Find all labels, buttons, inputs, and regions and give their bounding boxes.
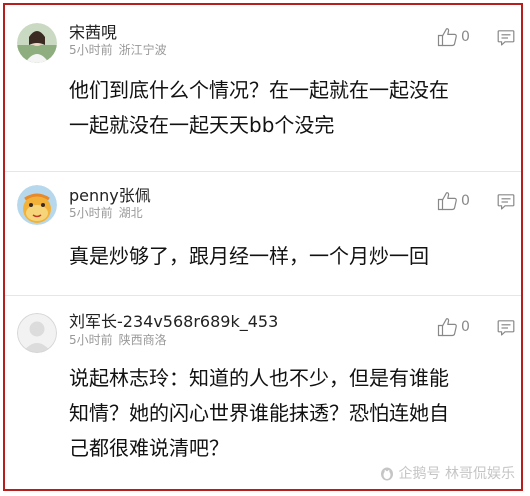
like-button[interactable]: 0 [437,27,470,47]
cartoon-avatar-icon[interactable] [17,185,57,225]
comment-meta: 5小时前 陕西商洛 [69,331,167,348]
comment-item: 宋茜哯 5小时前 浙江宁波 0 他们到底什么个情况？在一起就在一起没在 一起就没在… [5,5,521,171]
comment-item: 刘军长-234v568r689k_453 5小时前 陕西商洛 0 说起林志玲：知道… [5,295,521,489]
comment-location: 浙江宁波 [118,43,167,57]
like-count: 0 [461,29,470,45]
comment-time: 5小时前 [69,43,113,57]
like-button[interactable]: 0 [437,191,470,211]
default-avatar-icon[interactable] [17,313,57,353]
comment-time: 5小时前 [69,333,113,347]
comment-username[interactable]: 刘军长-234v568r689k_453 [69,308,278,332]
watermark: 企鹅号 林哥侃娱乐 [379,463,515,483]
comment-section-frame: 宋茜哯 5小时前 浙江宁波 0 他们到底什么个情况？在一起就在一起没在 一起就没在… [3,3,523,491]
comment-text: 说起林志玲：知道的人也不少，但是有谁能 知情？她的闪心世界谁能抹透？恐怕连她自 … [69,366,449,460]
comment-location: 陕西商洛 [118,333,167,347]
comment-text: 真是炒够了，跟月经一样，一个月炒一回 [69,244,429,268]
comment-time: 5小时前 [69,206,113,220]
comment-text: 他们到底什么个情况？在一起就在一起没在 一起就没在一起天天bb个没完 [69,78,449,137]
comment-bubble-icon [497,320,515,336]
comment-username[interactable]: penny张佩 [69,182,151,206]
thumbs-up-icon [437,318,457,337]
like-button[interactable]: 0 [437,317,470,337]
comment-username[interactable]: 宋茜哯 [69,19,117,43]
thumbs-up-icon [437,28,457,47]
reply-button[interactable] [497,319,515,341]
comment-bubble-icon [497,194,515,210]
comment-item: penny张佩 5小时前 湖北 0 真是炒够了，跟月经一样，一个月炒一回 [5,171,521,295]
reply-button[interactable] [497,29,515,51]
comment-meta: 5小时前 浙江宁波 [69,41,167,58]
watermark-text: 企鹅号 林哥侃娱乐 [398,466,515,482]
like-count: 0 [461,193,470,209]
photo-avatar-icon[interactable] [17,23,57,63]
reply-button[interactable] [497,193,515,215]
comment-location: 湖北 [118,206,143,220]
comment-meta: 5小时前 湖北 [69,204,143,221]
penguin-logo-icon [380,467,393,481]
thumbs-up-icon [437,192,457,211]
like-count: 0 [461,319,470,335]
comment-bubble-icon [497,30,515,46]
